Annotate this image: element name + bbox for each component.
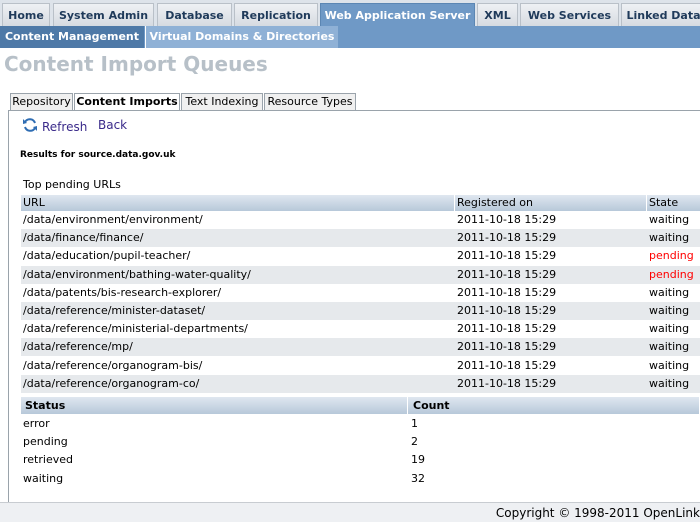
registered-cell: 2011-10-18 15:29 — [457, 358, 557, 372]
url-cell: /data/reference/organogram-co/ — [23, 376, 200, 390]
column-header-status[interactable]: Status — [23, 397, 408, 414]
table-row: /data/reference/organogram-co/2011-10-18… — [21, 374, 700, 393]
url-cell: /data/patents/bis-research-explorer/ — [23, 285, 222, 299]
tab-content-imports[interactable]: Content Imports — [74, 93, 180, 111]
back-link[interactable]: Back — [98, 118, 127, 132]
table-row: /data/patents/bis-research-explorer/2011… — [21, 284, 700, 302]
table-row: /data/environment/environment/2011-10-18… — [21, 211, 700, 229]
nav-tab-web-application-server[interactable]: Web Application Server — [320, 3, 475, 26]
state-cell: waiting — [649, 304, 690, 317]
state-cell: pending — [649, 249, 694, 263]
status-row: pending 2 — [21, 433, 700, 451]
status-row: waiting 32 — [21, 470, 700, 488]
copyright-text: Copyright © 1998-2011 OpenLink — [495, 506, 700, 520]
nav-tab-system-admin[interactable]: System Admin — [53, 3, 154, 26]
main-nav: Home System Admin Database Replication W… — [0, 0, 700, 26]
results-label: Results for source.data.gov.uk — [20, 150, 176, 160]
url-cell: /data/environment/bathing-water-quality/ — [23, 267, 251, 281]
status-cell: error — [23, 417, 50, 430]
url-cell: /data/reference/mp/ — [23, 340, 133, 354]
table-row: /data/reference/ministerial-departments/… — [21, 320, 700, 338]
status-cell: pending — [23, 435, 68, 449]
url-cell: /data/finance/finance/ — [23, 231, 144, 245]
table-row: /data/finance/finance/2011-10-18 15:29 wa… — [21, 229, 700, 248]
column-header-url[interactable]: URL — [21, 195, 455, 211]
state-cell: waiting — [649, 376, 690, 390]
nav-tab-web-services[interactable]: Web Services — [520, 3, 619, 26]
nav-tab-replication[interactable]: Replication — [234, 3, 318, 26]
registered-cell: 2011-10-18 15:29 — [457, 213, 557, 226]
count-cell: 19 — [411, 453, 425, 467]
state-cell: waiting — [649, 358, 690, 372]
status-row: retrieved 19 — [21, 451, 700, 469]
tab-resource-types[interactable]: Resource Types — [264, 93, 356, 110]
state-cell: pending — [649, 267, 694, 281]
pending-urls-table: URL Registered on State /data/environmen… — [21, 195, 700, 395]
tab-repository[interactable]: Repository — [10, 93, 73, 110]
footer: Copyright © 1998-2011 OpenLink — [0, 502, 700, 522]
state-cell: waiting — [649, 231, 690, 245]
registered-cell: 2011-10-18 15:29 — [457, 249, 557, 263]
status-row: error 1 — [21, 415, 700, 433]
pending-urls-caption: Top pending URLs — [23, 178, 121, 191]
state-cell: waiting — [649, 340, 690, 354]
status-table-header: Status Count — [21, 397, 700, 414]
count-cell: 32 — [411, 471, 425, 485]
table-row: /data/reference/minister-dataset/2011-10… — [21, 302, 700, 320]
nav-tab-database[interactable]: Database — [157, 3, 232, 26]
state-cell: waiting — [649, 285, 690, 299]
tab-text-indexing[interactable]: Text Indexing — [181, 93, 263, 110]
refresh-link[interactable]: Refresh — [42, 120, 87, 134]
table-row: /data/education/pupil-teacher/2011-10-18… — [21, 247, 700, 265]
url-cell: /data/environment/environment/ — [23, 213, 203, 226]
count-cell: 1 — [411, 417, 418, 430]
registered-cell: 2011-10-18 15:29 — [457, 340, 557, 354]
table-row: /data/environment/bathing-water-quality/… — [21, 265, 700, 284]
sub-tab-content-management[interactable]: Content Management — [0, 26, 144, 48]
column-header-count[interactable]: Count — [411, 397, 700, 414]
table-row: /data/reference/mp/2011-10-18 15:29 waiti… — [21, 338, 700, 357]
status-cell: waiting — [23, 471, 64, 485]
url-cell: /data/reference/ministerial-departments/ — [23, 322, 248, 336]
nav-tab-linked-data[interactable]: Linked Data — [621, 3, 700, 26]
state-cell: waiting — [649, 322, 690, 336]
status-cell: retrieved — [23, 453, 73, 467]
status-table: Status Count error 1 pending 2 retrieved 19 wa… — [21, 397, 700, 497]
table-row: /data/reference/organogram-bis/2011-10-1… — [21, 357, 700, 375]
registered-cell: 2011-10-18 15:29 — [457, 231, 557, 245]
pending-table-header: URL Registered on State — [21, 195, 700, 211]
nav-tab-xml[interactable]: XML — [477, 3, 518, 26]
registered-cell: 2011-10-18 15:29 — [457, 285, 557, 299]
registered-cell: 2011-10-18 15:29 — [457, 376, 557, 390]
url-cell: /data/reference/organogram-bis/ — [23, 358, 203, 372]
column-header-registered[interactable]: Registered on — [455, 195, 647, 211]
registered-cell: 2011-10-18 15:29 — [457, 322, 557, 336]
nav-tab-home[interactable]: Home — [2, 3, 50, 26]
count-cell: 2 — [411, 435, 418, 449]
url-cell: /data/reference/minister-dataset/ — [23, 304, 206, 317]
sub-tab-virtual-domains[interactable]: Virtual Domains & Directories — [145, 26, 338, 48]
page-title: Content Import Queues — [4, 52, 268, 76]
url-cell: /data/education/pupil-teacher/ — [23, 249, 191, 263]
column-header-state[interactable]: State — [647, 195, 700, 211]
registered-cell: 2011-10-18 15:29 — [457, 267, 557, 281]
refresh-icon[interactable] — [22, 117, 38, 133]
sub-nav: Content Management Virtual Domains & Dir… — [0, 26, 700, 48]
registered-cell: 2011-10-18 15:29 — [457, 304, 557, 317]
state-cell: waiting — [649, 213, 690, 226]
